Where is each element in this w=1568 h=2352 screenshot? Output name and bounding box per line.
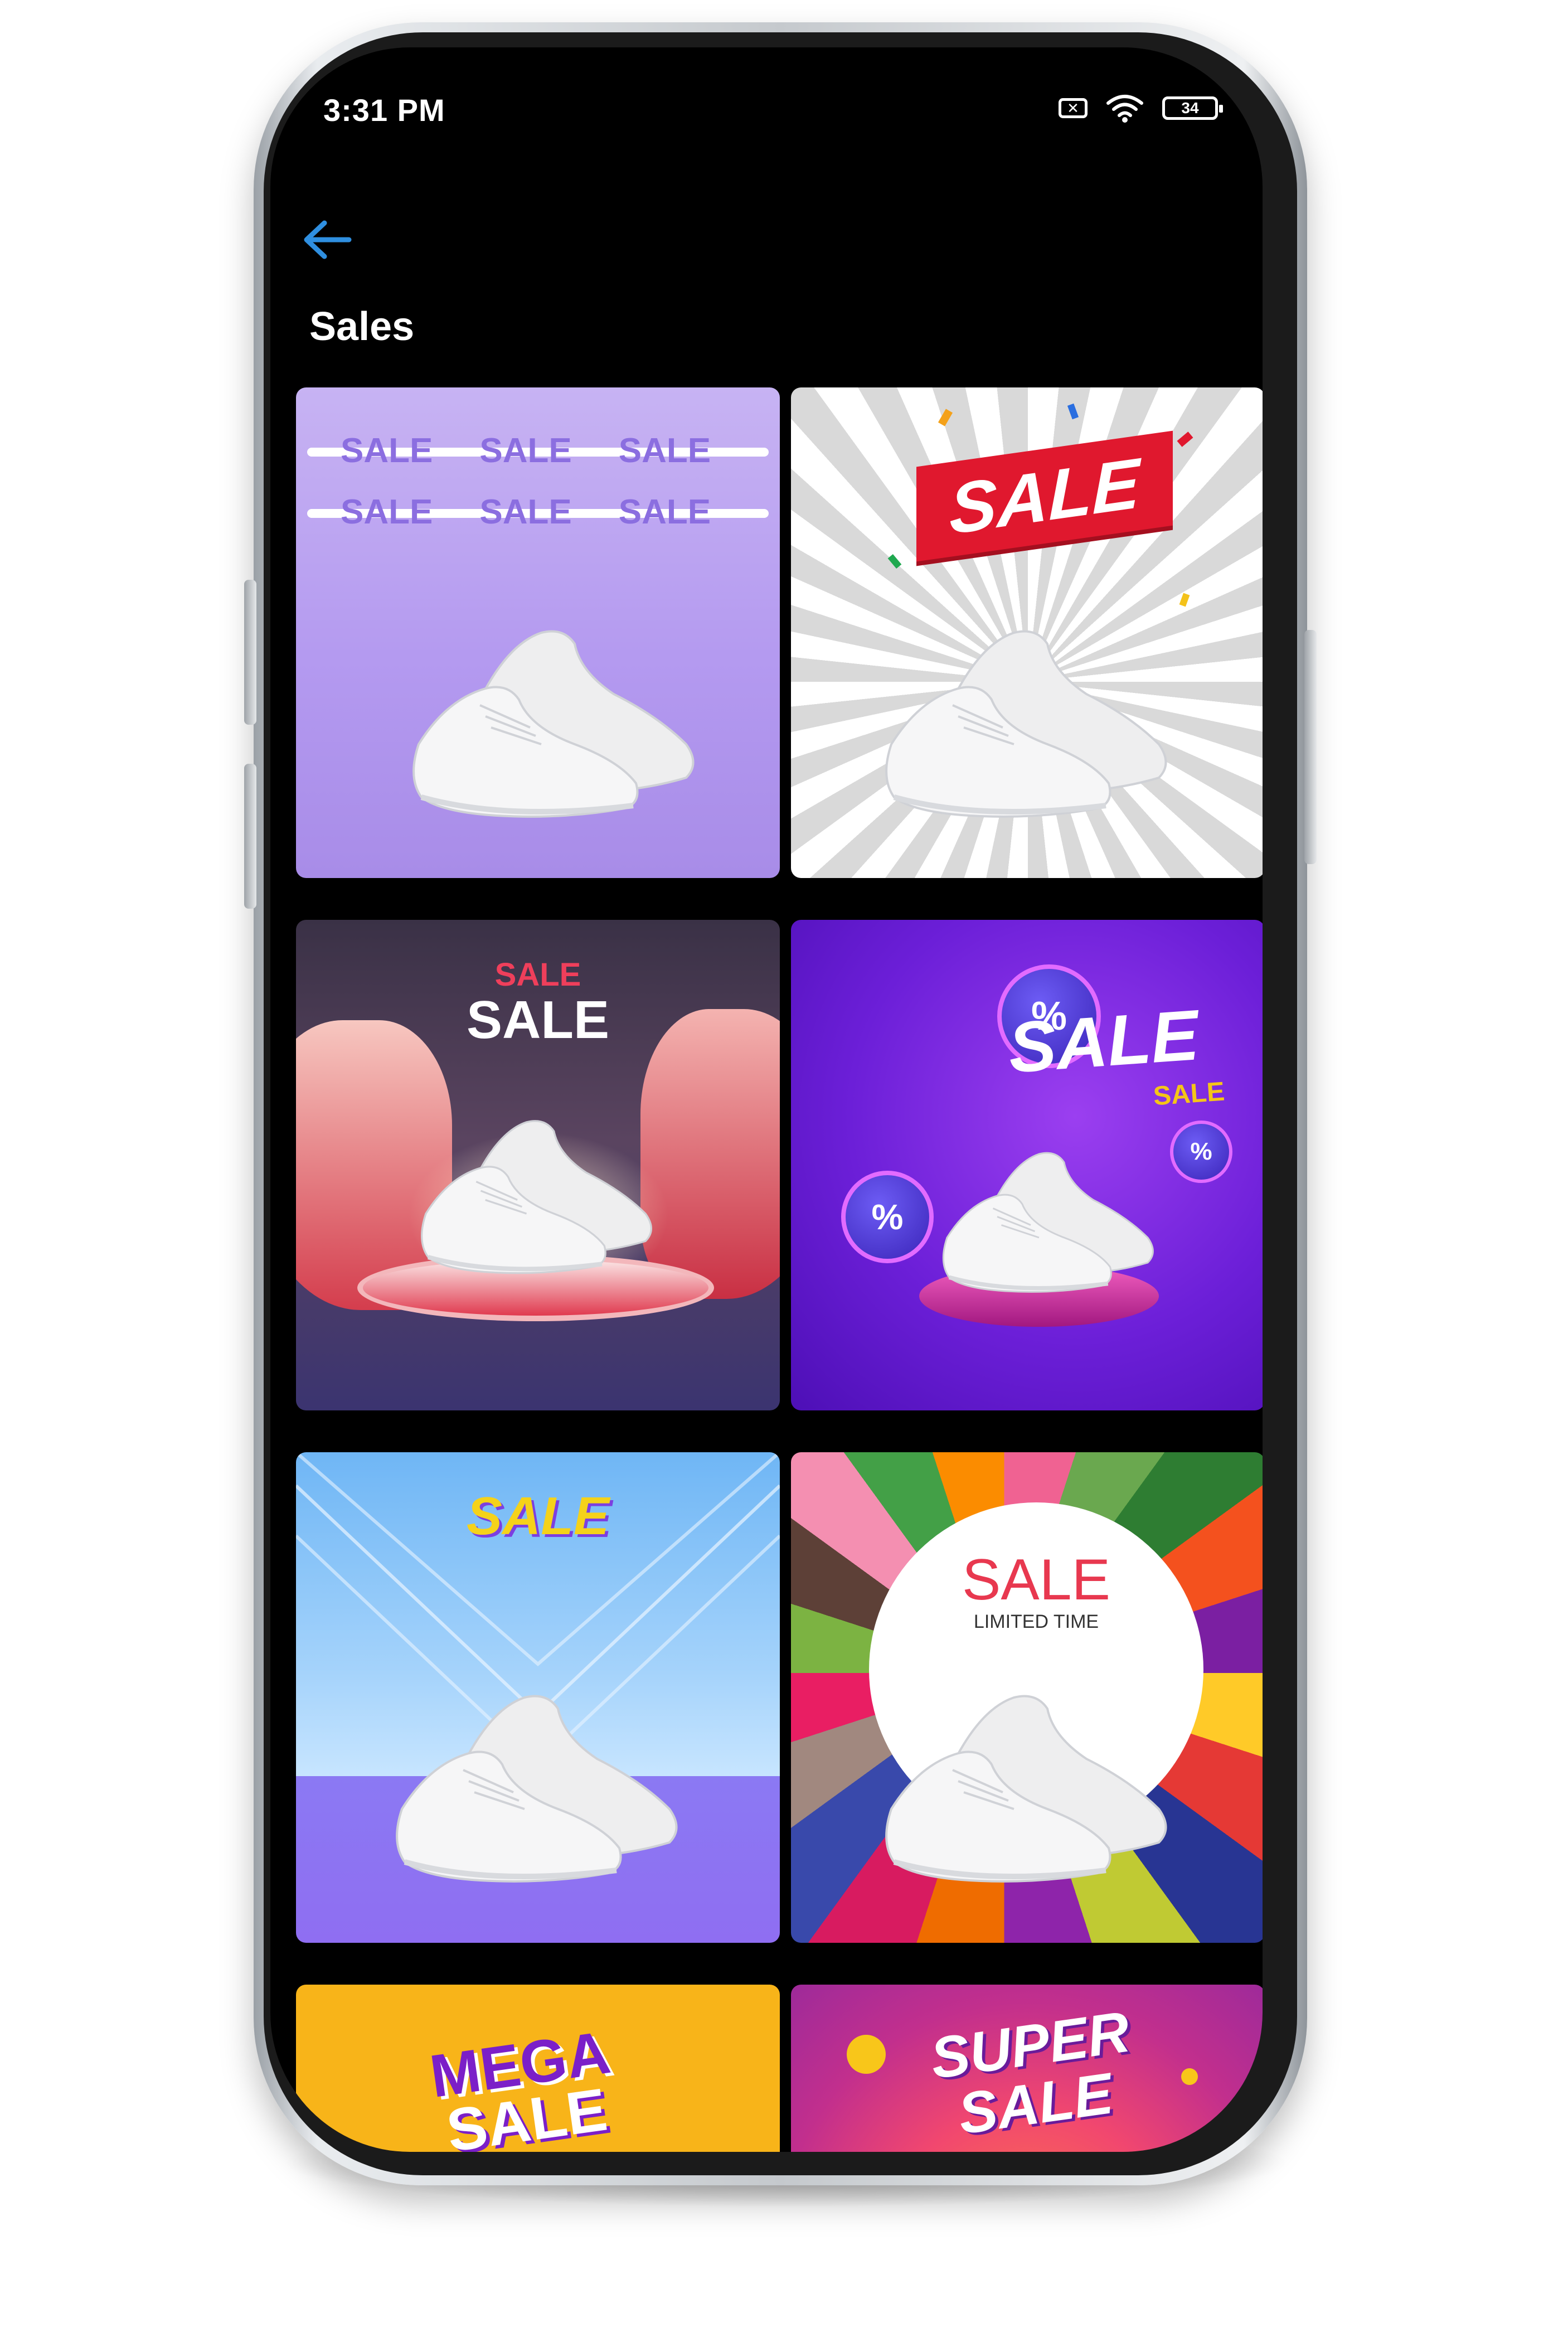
percent-coin-icon: % [1170,1121,1232,1183]
sale-text: SALE [962,1548,1110,1612]
decor-dot [1181,2068,1198,2085]
confetti [1067,403,1079,420]
sale-text-large: SALE [466,990,610,1050]
template-tile-7[interactable]: MEGA SALE [296,1985,780,2152]
sneaker-image [869,610,1181,822]
subtitle-text: LIMITED TIME [973,1611,1099,1632]
confetti [938,409,953,426]
sale-text: SALE [618,431,711,470]
sale-ribbon: SALE [916,430,1173,562]
sale-text: SALE [341,431,433,470]
sale-text: SALE [949,443,1140,550]
sneaker-image [407,1104,664,1278]
battery-indicator: 34 [1162,96,1223,120]
sale-text: SALE [618,493,711,531]
sale-text-small: SALE [1152,1076,1226,1112]
template-tile-6[interactable]: SALE LIMITED TIME [791,1452,1263,1943]
confetti [1179,593,1190,607]
status-icons: ✕ 34 [1059,93,1223,123]
sneaker-image [930,1137,1164,1296]
percent-coin-icon: % [841,1171,934,1263]
back-button[interactable] [297,209,358,270]
decor-dot [847,2035,886,2074]
template-tile-1[interactable]: SALE SALE SALE SALE SALE SALE [296,387,780,878]
template-tile-5[interactable]: SALE [296,1452,780,1943]
no-sim-icon: ✕ [1059,98,1088,118]
wifi-icon [1106,95,1143,123]
template-tile-2[interactable]: SALE [791,387,1263,878]
sneaker-image [869,1675,1181,1887]
sale-text-large: SALE [1006,995,1201,1088]
template-tile-4[interactable]: % % % SALE SALE [791,920,1263,1410]
volume-up-button [244,580,256,725]
arrow-left-icon [304,220,352,259]
volume-down-button [244,764,256,909]
confetti [887,554,902,569]
status-time: 3:31 PM [323,93,445,128]
sneaker-image [380,1675,692,1887]
app-screen: 3:31 PM ✕ 34 Sales SALE SALE SALE SALE S… [270,47,1263,2152]
sale-text: SALE [341,493,433,531]
sneaker-image [396,610,708,822]
sale-text-row-1: SALE SALE SALE [341,431,711,471]
template-tile-8[interactable]: SUPER SALE [791,1985,1263,2152]
sale-text-small: SALE [494,957,581,993]
template-tile-3[interactable]: SALE SALE [296,920,780,1410]
sale-text-row-2: SALE SALE SALE [341,492,711,532]
confetti [1177,431,1193,447]
sale-text: SALE [479,493,572,531]
page-title: Sales [309,304,415,349]
power-button [1304,630,1317,864]
sale-text: SALE [479,431,572,470]
